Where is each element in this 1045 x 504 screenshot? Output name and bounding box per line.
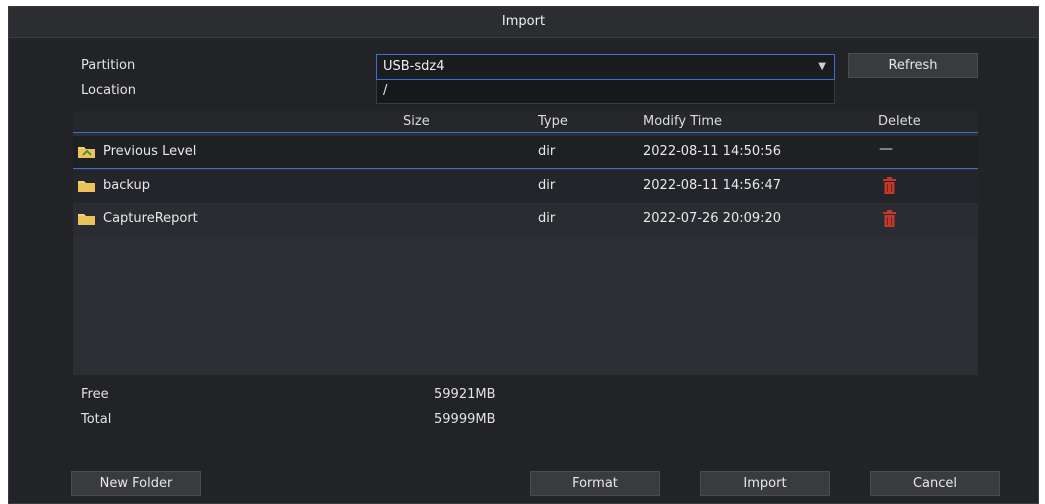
table-row[interactable]: Previous Level dir 2022-08-11 14:50:56 — [73, 136, 978, 169]
import-dialog: Import Partition Location USB-sdz4 ▼ / R… [8, 6, 1039, 504]
header-modify-time[interactable]: Modify Time [643, 114, 722, 129]
trash-icon[interactable] [883, 210, 896, 227]
row-modify-time: 2022-07-26 20:09:20 [643, 211, 782, 226]
cancel-button[interactable]: Cancel [870, 471, 1000, 496]
row-type: dir [538, 144, 556, 159]
import-button[interactable]: Import [700, 471, 830, 496]
folder-icon [78, 181, 95, 192]
chevron-down-icon[interactable]: ▼ [818, 55, 826, 79]
trash-icon[interactable] [883, 177, 896, 194]
table-row[interactable]: CaptureReport dir 2022-07-26 20:09:20 [73, 203, 978, 236]
folder-icon [78, 214, 95, 225]
header-type[interactable]: Type [538, 114, 568, 129]
row-type: dir [538, 211, 556, 226]
row-modify-time: 2022-08-11 14:50:56 [643, 144, 782, 159]
row-name: backup [103, 178, 150, 193]
new-folder-button[interactable]: New Folder [71, 471, 201, 496]
folder-up-icon [78, 147, 95, 158]
table-header: Size Type Modify Time Delete [73, 111, 978, 133]
row-name: Previous Level [103, 144, 197, 159]
row-name: CaptureReport [103, 211, 198, 226]
location-field[interactable]: / [376, 80, 835, 104]
location-label: Location [81, 83, 136, 98]
partition-select[interactable]: USB-sdz4 ▼ [376, 54, 835, 80]
row-type: dir [538, 178, 556, 193]
total-value: 59999MB [434, 412, 496, 427]
partition-value: USB-sdz4 [383, 59, 445, 74]
refresh-button[interactable]: Refresh [848, 53, 978, 78]
file-table: Size Type Modify Time Delete Previous Le… [73, 111, 978, 375]
free-value: 59921MB [434, 387, 496, 402]
header-delete: Delete [878, 114, 921, 129]
table-row[interactable]: backup dir 2022-08-11 14:56:47 [73, 170, 978, 203]
partition-label: Partition [81, 58, 136, 73]
format-button[interactable]: Format [530, 471, 660, 496]
header-size[interactable]: Size [403, 114, 430, 129]
location-value: / [383, 83, 388, 98]
total-label: Total [81, 412, 112, 427]
no-delete-dash: — [879, 141, 893, 157]
dialog-title: Import [9, 7, 1038, 38]
row-modify-time: 2022-08-11 14:56:47 [643, 178, 782, 193]
free-label: Free [81, 387, 109, 402]
